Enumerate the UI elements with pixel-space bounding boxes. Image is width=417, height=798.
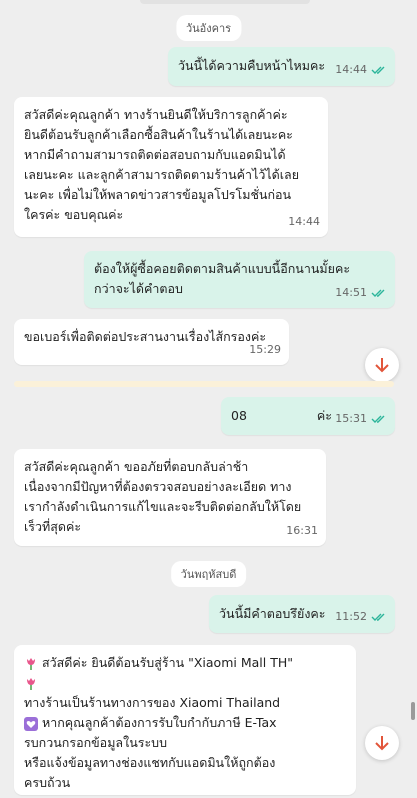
heart-icon	[24, 716, 38, 731]
message-line	[24, 673, 346, 693]
message-line: รบกวนกรอกข้อมูลในระบบ	[24, 735, 168, 750]
tulip-icon	[27, 657, 35, 670]
message-time: 14:44	[335, 60, 387, 80]
message-time: 15:31	[335, 409, 387, 429]
message-line: ใครค่ะ ขอบคุณค่ะ	[24, 207, 124, 222]
double-check-icon	[371, 613, 385, 621]
arrow-down-icon	[375, 736, 389, 751]
message-line: ครบถ้วน	[24, 775, 71, 790]
double-check-icon	[371, 289, 385, 297]
message-line: ต้องให้ผู้ซื้อคอยติดตามสินค้าแบบนี้อีกนา…	[94, 261, 351, 276]
message-line: หากมีคำถามสามารถติดต่อสอบถามกับแอดมินได้	[24, 147, 286, 162]
scroll-to-bottom-button[interactable]	[365, 726, 399, 760]
double-check-icon	[371, 66, 385, 74]
scrollbar-thumb[interactable]	[411, 702, 415, 720]
message-line: นะคะ เพื่อไม่ให้พลาดข่าวสารข้อมูลโปรโมชั…	[24, 187, 292, 202]
message-line: ทางร้านเป็นร้านทางการของ Xiaomi Thailand	[24, 695, 281, 710]
double-check-icon	[371, 415, 385, 423]
timestamp: 14:44	[335, 63, 367, 76]
phone-prefix: 08	[231, 408, 247, 423]
message-line: เร็วที่สุดค่ะ	[24, 519, 82, 534]
message-line: หรือแจ้งข้อมูลทางช่องแชทกับแอดมินให้ถูกต…	[24, 755, 276, 770]
message-line: เนื่องจากมีปัญหาที่ต้องตรวจสอบอย่างละเอี…	[24, 479, 292, 494]
message-line-text: หากคุณลูกค้าต้องการรับใบกำกับภาษี E-Tax	[41, 715, 277, 730]
phone-suffix: ค่ะ	[316, 408, 332, 423]
message-line: ยินดีต้อนรับลูกค้าเลือกซื้อสินค้าในร้านไ…	[24, 127, 293, 142]
timestamp: 16:31	[286, 524, 318, 537]
message-text: วันนี้ได้ความคืบหน้าไหมคะ	[178, 58, 326, 73]
outgoing-message[interactable]: ต้องให้ผู้ซื้อคอยติดตามสินค้าแบบนี้อีกนา…	[84, 251, 395, 308]
message-line: สวัสดีค่ะคุณลูกค้า ทางร้านยินดีให้บริการ…	[24, 107, 288, 122]
incoming-message[interactable]: สวัสดีค่ะคุณลูกค้า ขออภัยที่ตอบกลับล่าช้…	[14, 449, 326, 546]
message-line-text: สวัสดีค่ะ ยินดีต้อนรับสู่ร้าน "Xiaomi Ma…	[41, 655, 293, 670]
day-separator-thursday: วันพฤหัสบดี	[170, 561, 247, 587]
day-separator-tuesday: วันอังคาร	[175, 15, 242, 41]
scroll-to-bottom-button[interactable]	[365, 348, 399, 382]
message-line: เรากำลังดำเนินการแก้ไขและจะรีบติดต่อกลับ…	[24, 499, 302, 514]
tulip-icon	[27, 677, 35, 690]
message-text: วันนี้มีคำตอบรึยังคะ	[219, 606, 326, 621]
message-line: สวัสดีค่ะคุณลูกค้า ขออภัยที่ตอบกลับล่าช้…	[24, 459, 249, 474]
previous-message-edge	[140, 0, 310, 4]
timestamp: 14:44	[288, 215, 320, 228]
incoming-message[interactable]: ขอเบอร์เพื่อติดต่อประสานงานเรื่องไส้กรอง…	[14, 319, 289, 365]
message-time: 14:51	[335, 283, 387, 303]
timestamp: 11:52	[335, 610, 367, 623]
outgoing-message[interactable]: วันนี้มีคำตอบรึยังคะ 11:52	[209, 595, 395, 633]
message-time: 14:44	[288, 212, 320, 232]
timestamp: 15:29	[249, 343, 281, 356]
unread-divider	[14, 381, 394, 387]
timestamp: 14:51	[335, 286, 367, 299]
message-time: 11:52	[335, 607, 387, 627]
outgoing-message[interactable]: วันนี้ได้ความคืบหน้าไหมคะ 14:44	[168, 47, 395, 86]
message-line: หากคุณลูกค้าต้องการรับใบกำกับภาษี E-Tax	[24, 713, 346, 733]
message-line: ขอเบอร์เพื่อติดต่อประสานงานเรื่องไส้กรอง…	[24, 329, 267, 344]
incoming-message[interactable]: สวัสดีค่ะคุณลูกค้า ทางร้านยินดีให้บริการ…	[14, 97, 328, 237]
message-line: สวัสดีค่ะ ยินดีต้อนรับสู่ร้าน "Xiaomi Ma…	[24, 653, 346, 673]
redacted-phone-number	[246, 408, 317, 425]
incoming-message[interactable]: สวัสดีค่ะ ยินดีต้อนรับสู่ร้าน "Xiaomi Ma…	[14, 645, 356, 795]
message-time: 16:31	[286, 521, 318, 541]
timestamp: 15:31	[335, 412, 367, 425]
outgoing-message[interactable]: 08 ค่ะ 15:31	[221, 397, 395, 435]
chat-thread[interactable]: วันอังคาร วันนี้ได้ความคืบหน้าไหมคะ 14:4…	[0, 0, 417, 798]
arrow-down-icon	[375, 358, 389, 373]
message-time: 15:29	[249, 340, 281, 360]
message-line: เลยนะคะ และลูกค้าสามารถติดตามร้านค้าไว้ไ…	[24, 167, 300, 182]
